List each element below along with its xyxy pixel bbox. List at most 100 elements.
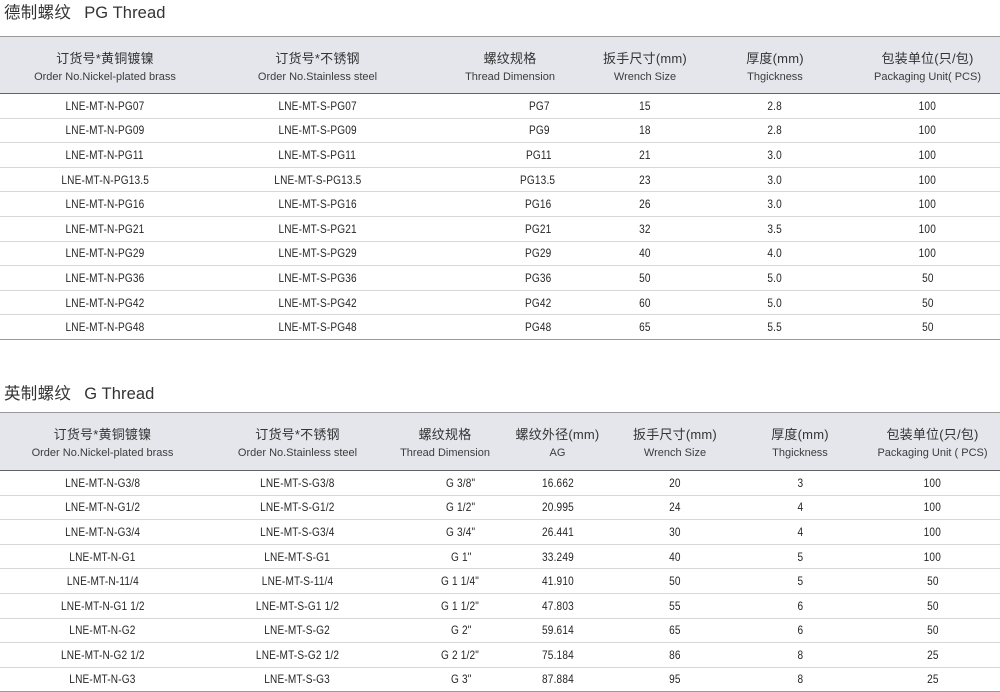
table-cell: 26 xyxy=(595,192,695,217)
table-row: LNE-MT-N-PG42LNE-MT-S-PG42PG42605.050 xyxy=(0,290,1000,315)
table-cell: PG48 xyxy=(425,315,595,340)
cell-text: LNE-MT-S-G2 1/2 xyxy=(256,648,339,662)
table-cell: LNE-MT-S-PG07 xyxy=(210,94,425,119)
cell-text: 5.5 xyxy=(768,320,783,334)
cell-text: LNE-MT-S-G1 1/2 xyxy=(256,599,339,613)
table-cell: 5.5 xyxy=(695,315,855,340)
table-cell: 18 xyxy=(595,118,695,143)
column-header-zh: 扳手尺寸(mm) xyxy=(615,424,735,443)
column-header: 螺纹外径(mm)AG xyxy=(500,412,615,470)
table-row: LNE-MT-N-G3LNE-MT-S-G3G 3"87.88495825 xyxy=(0,667,1000,692)
table-cell: LNE-MT-N-PG07 xyxy=(0,94,210,119)
table-cell: LNE-MT-N-G1 xyxy=(0,544,205,569)
cell-text: LNE-MT-N-PG11 xyxy=(66,148,144,162)
table-cell: 100 xyxy=(865,495,1000,520)
table-cell: 33.249 xyxy=(500,544,615,569)
table-cell: 6 xyxy=(735,593,865,618)
cell-text: 55 xyxy=(669,599,681,613)
table-cell: G 1/2" xyxy=(390,495,500,520)
table-cell: LNE-MT-N-PG42 xyxy=(0,290,210,315)
pg-thread-section: 德制螺纹PG Thread 订货号*黄铜镀镍Order No.Nickel-pl… xyxy=(0,0,1000,340)
table-cell: 8 xyxy=(735,643,865,668)
table-row: LNE-MT-N-G1LNE-MT-S-G1G 1"33.249405100 xyxy=(0,544,1000,569)
g-thread-table: 订货号*黄铜镀镍Order No.Nickel-plated brass订货号*… xyxy=(0,412,1000,692)
g-thread-title-zh: 英制螺纹 xyxy=(4,385,71,403)
table-cell: LNE-MT-S-G3 xyxy=(205,667,390,692)
table-cell: 100 xyxy=(865,470,1000,495)
cell-text: 3.0 xyxy=(768,148,783,162)
table-cell: 25 xyxy=(865,643,1000,668)
table-cell: LNE-MT-S-PG29 xyxy=(210,241,425,266)
cell-text: 50 xyxy=(669,574,681,588)
table-cell: G 3/4" xyxy=(390,520,500,545)
table-row: LNE-MT-N-PG29LNE-MT-S-PG29PG29404.0100 xyxy=(0,241,1000,266)
table-cell: 100 xyxy=(855,192,1000,217)
table-cell: 100 xyxy=(855,167,1000,192)
cell-text: G 2" xyxy=(451,623,472,637)
table-cell: 24 xyxy=(615,495,735,520)
table-cell: 4.0 xyxy=(695,241,855,266)
cell-text: 100 xyxy=(924,550,941,564)
cell-text: LNE-MT-S-PG07 xyxy=(278,99,356,113)
table-cell: LNE-MT-S-G2 1/2 xyxy=(205,643,390,668)
column-header-zh: 订货号*不锈钢 xyxy=(210,48,425,67)
cell-text: 100 xyxy=(924,476,941,490)
cell-text: 32 xyxy=(639,222,651,236)
table-cell: 50 xyxy=(855,290,1000,315)
cell-text: 87.884 xyxy=(542,672,574,686)
cell-text: 6 xyxy=(797,623,803,637)
cell-text: 100 xyxy=(919,197,936,211)
cell-text: 25 xyxy=(927,672,939,686)
table-row: LNE-MT-N-G2LNE-MT-S-G2G 2"59.61465650 xyxy=(0,618,1000,643)
table-cell: LNE-MT-S-PG21 xyxy=(210,216,425,241)
table-row: LNE-MT-N-G2 1/2LNE-MT-S-G2 1/2G 2 1/2"75… xyxy=(0,643,1000,668)
table-cell: PG29 xyxy=(425,241,595,266)
cell-text: G 1/2" xyxy=(446,500,475,514)
cell-text: PG48 xyxy=(525,320,551,334)
column-header-en: Wrench Size xyxy=(595,71,695,83)
cell-text: 24 xyxy=(669,500,681,514)
cell-text: G 1 1/4" xyxy=(441,574,479,588)
cell-text: 100 xyxy=(919,246,936,260)
cell-text: 8 xyxy=(797,648,803,662)
column-header-en: Thgickness xyxy=(695,71,855,83)
table-cell: 100 xyxy=(855,118,1000,143)
cell-text: G 1" xyxy=(451,550,472,564)
table-cell: 23 xyxy=(595,167,695,192)
table-cell: 60 xyxy=(595,290,695,315)
cell-text: 50 xyxy=(639,271,651,285)
g-thread-section: 英制螺纹G Thread 订货号*黄铜镀镍Order No.Nickel-pla… xyxy=(0,381,1000,692)
column-header-en: Thgickness xyxy=(735,447,865,459)
table-cell: 41.910 xyxy=(500,569,615,594)
table-cell: LNE-MT-S-PG42 xyxy=(210,290,425,315)
cell-text: LNE-MT-N-PG42 xyxy=(66,296,145,310)
cell-text: 100 xyxy=(919,222,936,236)
cell-text: LNE-MT-S-PG48 xyxy=(278,320,356,334)
table-cell: G 1 1/4" xyxy=(390,569,500,594)
table-cell: 3 xyxy=(735,470,865,495)
table-cell: 16.662 xyxy=(500,470,615,495)
table-cell: LNE-MT-S-G3/8 xyxy=(205,470,390,495)
cell-text: 65 xyxy=(639,320,651,334)
table-cell: 5.0 xyxy=(695,290,855,315)
table-cell: 30 xyxy=(615,520,735,545)
table-cell: 50 xyxy=(595,266,695,291)
cell-text: 26.441 xyxy=(542,525,574,539)
table-row: LNE-MT-N-G1/2LNE-MT-S-G1/2G 1/2"20.99524… xyxy=(0,495,1000,520)
cell-text: 100 xyxy=(919,173,936,187)
cell-text: 3.5 xyxy=(768,222,783,236)
cell-text: LNE-MT-N-PG29 xyxy=(66,246,145,260)
table-row: LNE-MT-N-PG16LNE-MT-S-PG16PG16263.0100 xyxy=(0,192,1000,217)
cell-text: PG9 xyxy=(529,123,550,137)
table-cell: 2.8 xyxy=(695,118,855,143)
column-header-zh: 螺纹外径(mm) xyxy=(500,424,615,443)
pg-thread-title-zh: 德制螺纹 xyxy=(4,4,71,22)
table-cell: LNE-MT-S-PG36 xyxy=(210,266,425,291)
cell-text: 26 xyxy=(639,197,651,211)
table-cell: 26.441 xyxy=(500,520,615,545)
cell-text: PG16 xyxy=(525,197,551,211)
table-row: LNE-MT-N-PG11LNE-MT-S-PG11PG11213.0100 xyxy=(0,143,1000,168)
cell-text: G 1 1/2" xyxy=(441,599,479,613)
table-cell: 50 xyxy=(855,315,1000,340)
cell-text: 33.249 xyxy=(542,550,574,564)
